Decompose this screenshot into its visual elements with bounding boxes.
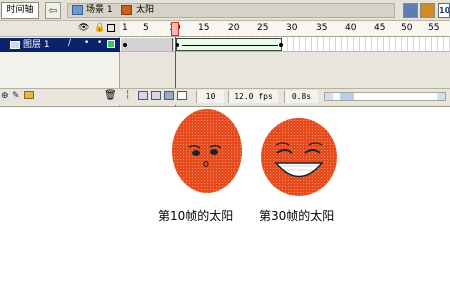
sun-eye-right-1 xyxy=(210,149,218,155)
sun-frame-10[interactable] xyxy=(172,109,242,193)
sun-frame-30[interactable] xyxy=(261,118,337,196)
sun-face-1 xyxy=(172,109,242,193)
sun-face-2 xyxy=(261,118,337,196)
sun-eye-left-1 xyxy=(192,150,200,156)
stage-artwork xyxy=(172,109,337,196)
caption-frame-30: 第30帧的太阳 xyxy=(259,209,335,223)
caption-frame-10: 第10帧的太阳 xyxy=(158,209,234,223)
